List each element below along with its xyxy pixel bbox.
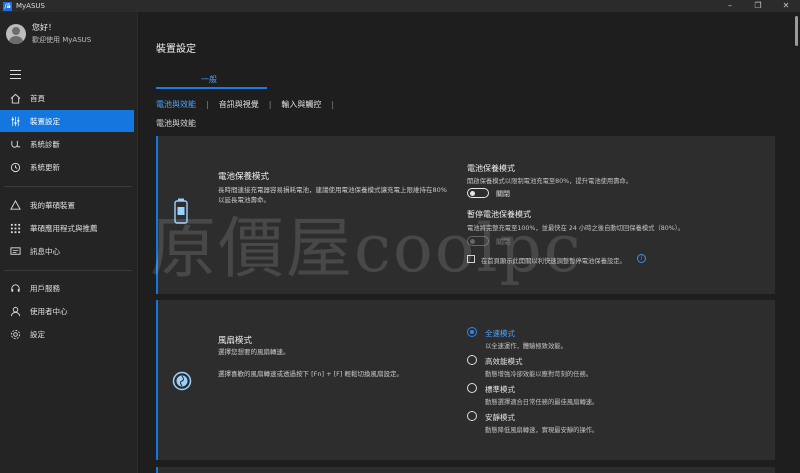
tab-underline (156, 87, 267, 89)
battery-card-desc-1: 長時間連接充電器容易損耗電池，建議使用電池保養模式讓充電上限維持在80% (218, 186, 447, 194)
sidebar: 您好！ 歡迎使用 MyASUS 首頁 裝置設定 系統診斷 系統更新 我的華碩裝置 (0, 12, 138, 473)
sidebar-item-customer-service[interactable]: 用戶服務 (0, 277, 134, 299)
battery-card-title: 電池保養模式 (218, 172, 270, 182)
sidebar-item-label: 我的華碩裝置 (30, 200, 75, 210)
battery-care-option-title: 電池保養模式 (467, 164, 515, 173)
fan-mode-desc-standard: 動態選擇適合日常任務的最佳風扇轉速。 (485, 399, 599, 406)
apps-icon (9, 222, 21, 234)
menu-icon[interactable] (10, 70, 21, 79)
subtab-audio-visual[interactable]: 音訊與視覺 (219, 99, 259, 110)
gear-icon (9, 328, 21, 340)
avatar (6, 23, 26, 44)
fan-mode-desc-performance: 動態增強冷卻效能以應對苛刻的任務。 (485, 371, 593, 378)
sidebar-item-label: 訊息中心 (30, 246, 60, 256)
fan-card-title: 風扇模式 (218, 336, 253, 346)
user-icon (9, 305, 21, 317)
sidebar-item-label: 用戶服務 (30, 283, 60, 293)
fan-mode-radio-standard[interactable] (467, 383, 477, 393)
fan-card-desc-2: 選擇喜歡的風扇轉速或透過按下 [Fn] + [F] 輕鬆切換風扇設定。 (218, 370, 403, 378)
subtab-input-touch[interactable]: 輸入與觸控 (281, 99, 321, 110)
sidebar-item-label: 使用者中心 (30, 306, 68, 316)
sidebar-item-device-settings[interactable]: 裝置設定 (0, 110, 134, 132)
update-icon (9, 161, 21, 173)
devices-icon (9, 199, 21, 211)
headset-icon (9, 282, 21, 294)
fan-mode-label-standard: 標準模式 (485, 385, 515, 394)
user-profile[interactable]: 您好！ 歡迎使用 MyASUS (6, 22, 91, 45)
subtab-separator: | (331, 100, 335, 109)
sidebar-item-label: 設定 (30, 329, 45, 339)
subtab-separator: | (268, 100, 272, 109)
battery-care-option-desc: 開啟保養模式以限制電池充電至80%，提升電池使用壽命。 (467, 178, 633, 185)
sliders-icon (9, 115, 21, 127)
fan-mode-radio-full-speed[interactable] (467, 327, 477, 337)
sidebar-item-label: 系統更新 (30, 162, 60, 172)
app-title: MyASUS (16, 2, 45, 10)
home-icon (9, 92, 21, 104)
restore-button[interactable]: ❐ (744, 0, 772, 12)
page-title: 裝置設定 (156, 44, 196, 55)
window-controls: – ❐ ✕ (716, 0, 800, 12)
section-label: 電池與效能 (156, 119, 196, 128)
fan-mode-label-performance: 高效能模式 (485, 357, 523, 366)
fan-mode-desc-whisper: 動態降低風扇轉速，實現最安靜的操作。 (485, 427, 599, 434)
asus-logo-icon: /ā (3, 1, 12, 11)
message-icon (9, 245, 21, 257)
sidebar-item-settings[interactable]: 設定 (0, 323, 134, 345)
user-greeting: 您好！ (32, 23, 56, 32)
divider (4, 186, 132, 187)
divider (4, 270, 132, 271)
fan-mode-label-whisper: 安靜模式 (485, 413, 515, 422)
sidebar-item-label: 首頁 (30, 93, 45, 103)
fan-icon (172, 371, 192, 394)
close-button[interactable]: ✕ (772, 0, 800, 12)
fan-mode-card: 風扇模式 選擇您想要的風扇轉速。 選擇喜歡的風扇轉速或透過按下 [Fn] + [… (156, 300, 775, 460)
fan-mode-radio-performance[interactable] (467, 355, 477, 365)
sidebar-item-label: 系統診斷 (30, 139, 60, 149)
fan-mode-radio-whisper[interactable] (467, 411, 477, 421)
minimize-button[interactable]: – (716, 0, 744, 12)
fan-mode-desc-full-speed: 以全速運作，體驗極致效能。 (485, 343, 567, 350)
sidebar-item-my-devices[interactable]: 我的華碩裝置 (0, 194, 134, 216)
title-bar: /ā MyASUS – ❐ ✕ (0, 0, 800, 12)
sidebar-item-label: 裝置設定 (30, 116, 60, 126)
subtabs: 電池與效能 | 音訊與視覺 | 輸入與觸控 | (156, 99, 344, 110)
info-icon[interactable]: i (637, 254, 646, 263)
subtab-battery-performance[interactable]: 電池與效能 (156, 99, 196, 110)
diagnosis-icon (9, 138, 21, 150)
user-welcome: 歡迎使用 MyASUS (32, 36, 92, 44)
fan-mode-label-full-speed: 全速模式 (485, 329, 515, 338)
sidebar-item-home[interactable]: 首頁 (0, 87, 134, 109)
subtab-separator: | (206, 100, 209, 109)
fan-card-desc-1: 選擇您想要的風扇轉速。 (218, 348, 290, 356)
sidebar-item-diagnosis[interactable]: 系統診斷 (0, 133, 134, 155)
next-card (156, 467, 775, 473)
sidebar-item-user-center[interactable]: 使用者中心 (0, 300, 134, 322)
sidebar-item-label: 華碩應用程式與推薦 (30, 223, 98, 233)
scrollbar[interactable] (795, 16, 798, 46)
sidebar-item-apps[interactable]: 華碩應用程式與推薦 (0, 217, 134, 239)
tab-general[interactable]: 一般 (201, 74, 217, 85)
sidebar-item-messages[interactable]: 訊息中心 (0, 240, 134, 262)
watermark: 原價屋coolpc (150, 210, 583, 287)
sidebar-item-update[interactable]: 系統更新 (0, 156, 134, 178)
